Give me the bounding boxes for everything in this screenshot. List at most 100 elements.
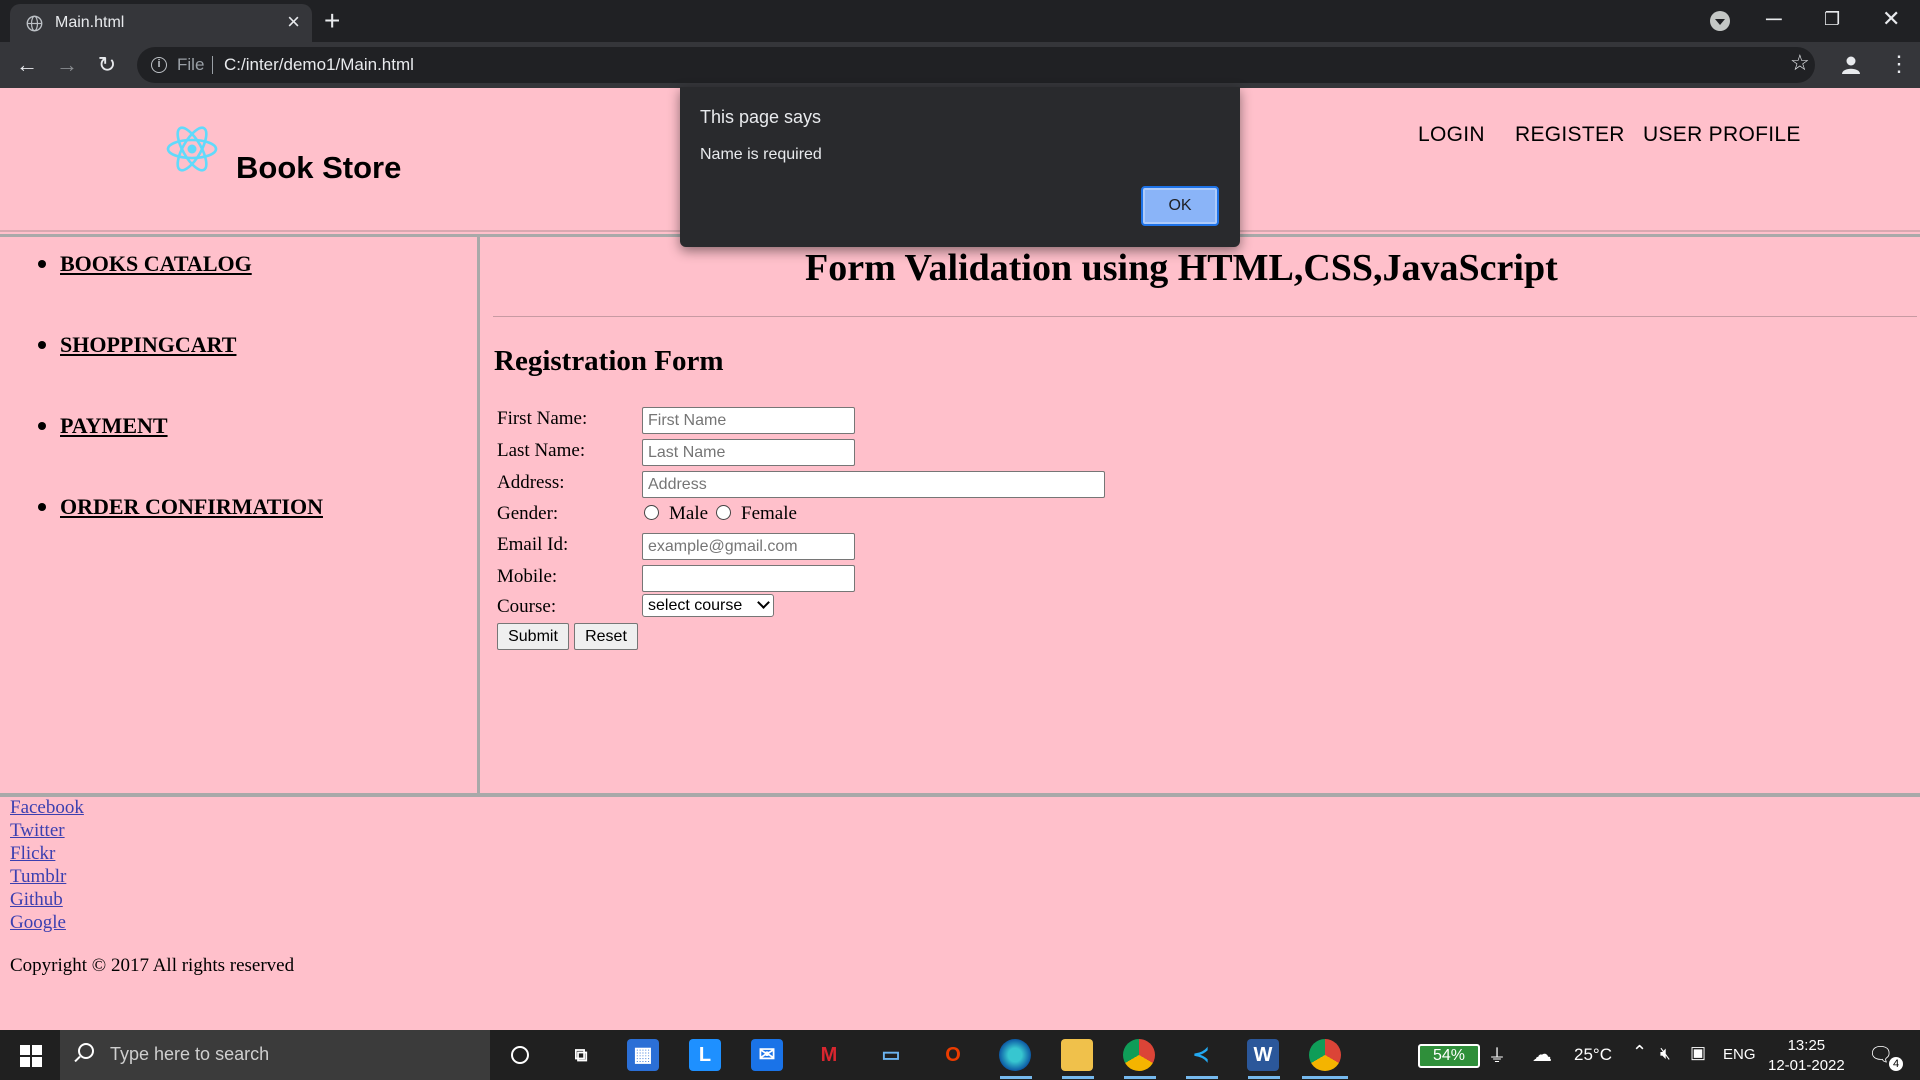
reload-button[interactable]: ↻ bbox=[92, 50, 122, 80]
windows-taskbar: Type here to search ⧉ ▦ L ✉ M ▭ O ≺ W 54… bbox=[0, 1030, 1920, 1080]
sidebar: BOOKS CATALOG SHOPPINGCART PAYMENT ORDER… bbox=[0, 237, 480, 793]
weather-cloud-icon[interactable]: ☁ bbox=[1532, 1042, 1552, 1067]
battery-indicator[interactable]: 54% bbox=[1418, 1044, 1480, 1068]
task-view-icon[interactable]: ⧉ bbox=[565, 1039, 597, 1071]
gender-male-label: Male bbox=[669, 503, 709, 524]
l-app-icon[interactable]: L bbox=[689, 1039, 721, 1071]
vscode-icon[interactable]: ≺ bbox=[1185, 1039, 1217, 1071]
bullet bbox=[38, 260, 46, 268]
restore-button[interactable]: ❐ bbox=[1824, 4, 1840, 34]
info-icon[interactable]: i bbox=[151, 57, 167, 73]
reset-button[interactable]: Reset bbox=[574, 623, 638, 650]
explorer-running-indicator bbox=[1062, 1076, 1094, 1079]
footer-link-tumblr[interactable]: Tumblr bbox=[10, 866, 66, 888]
windows-start-icon[interactable] bbox=[20, 1045, 42, 1067]
search-icon bbox=[78, 1043, 94, 1059]
alert-dialog: This page says Name is required OK bbox=[680, 87, 1240, 247]
submit-button[interactable]: Submit bbox=[497, 623, 569, 650]
minimize-button[interactable]: ─ bbox=[1766, 4, 1782, 34]
edge-icon[interactable] bbox=[999, 1039, 1031, 1071]
word-running-indicator bbox=[1248, 1076, 1280, 1079]
display-icon[interactable]: ▣ bbox=[1690, 1043, 1706, 1063]
address-bar[interactable]: i File C:/inter/demo1/Main.html bbox=[137, 47, 1815, 83]
chrome-active-indicator bbox=[1302, 1076, 1348, 1079]
address-input[interactable]: Address bbox=[642, 471, 1105, 498]
alert-title: This page says bbox=[700, 107, 822, 127]
taskbar-clock[interactable]: 13:25 12-01-2022 bbox=[1768, 1036, 1845, 1076]
tab-search-icon[interactable] bbox=[1710, 11, 1730, 31]
bullet bbox=[38, 422, 46, 430]
gender-female-radio[interactable] bbox=[716, 505, 731, 520]
brand-title: Book Store bbox=[236, 150, 402, 185]
clock-date: 12-01-2022 bbox=[1768, 1057, 1845, 1074]
browser-tab-bar: Main.html × + ─ ❐ ✕ bbox=[0, 0, 1920, 42]
bullet bbox=[38, 341, 46, 349]
sidebar-link-order-confirmation[interactable]: ORDER CONFIRMATION bbox=[60, 494, 323, 520]
first-name-input[interactable]: First Name bbox=[642, 407, 855, 434]
edge-running-indicator bbox=[1000, 1076, 1032, 1079]
remote-desktop-icon[interactable]: ▭ bbox=[875, 1039, 907, 1071]
tab-title: Main.html bbox=[55, 14, 125, 31]
footer-link-google[interactable]: Google bbox=[10, 912, 66, 934]
chrome-icon[interactable] bbox=[1123, 1039, 1155, 1071]
word-icon[interactable]: W bbox=[1247, 1039, 1279, 1071]
temperature-text[interactable]: 25°C bbox=[1574, 1045, 1612, 1065]
volume-muted-icon[interactable]: 🔇︎ bbox=[1660, 1044, 1671, 1064]
back-button[interactable]: ← bbox=[12, 50, 42, 80]
chevron-up-icon[interactable]: ⌃ bbox=[1632, 1042, 1647, 1063]
last-name-label: Last Name: bbox=[497, 440, 586, 461]
file-explorer-icon[interactable] bbox=[1061, 1039, 1093, 1071]
gender-label: Gender: bbox=[497, 503, 559, 524]
sidebar-link-payment[interactable]: PAYMENT bbox=[60, 413, 168, 439]
mcafee-icon[interactable]: M bbox=[813, 1039, 845, 1071]
new-tab-button[interactable]: + bbox=[324, 5, 340, 37]
bookmark-star-icon[interactable]: ☆ bbox=[1790, 50, 1810, 76]
profile-icon[interactable] bbox=[1841, 55, 1861, 75]
mobile-input[interactable] bbox=[642, 565, 855, 592]
chevron-down-icon bbox=[757, 596, 770, 609]
nav-login[interactable]: LOGIN bbox=[1418, 123, 1485, 147]
taskbar-search-placeholder: Type here to search bbox=[110, 1044, 270, 1064]
window-close-button[interactable]: ✕ bbox=[1882, 4, 1900, 34]
footer-link-github[interactable]: Github bbox=[10, 889, 63, 911]
cortana-icon[interactable] bbox=[504, 1039, 536, 1071]
browser-tab[interactable]: Main.html × bbox=[10, 4, 312, 42]
last-name-input[interactable]: Last Name bbox=[642, 439, 855, 466]
tab-close-icon[interactable]: × bbox=[287, 10, 300, 34]
taskbar-search[interactable]: Type here to search bbox=[60, 1030, 490, 1080]
forward-button[interactable]: → bbox=[52, 50, 82, 80]
nav-user-profile[interactable]: USER PROFILE bbox=[1643, 123, 1801, 147]
course-select[interactable]: select course bbox=[642, 594, 774, 617]
site-footer: Facebook Twitter Flickr Tumblr Github Go… bbox=[0, 797, 1920, 1030]
email-label: Email Id: bbox=[497, 534, 569, 555]
footer-link-twitter[interactable]: Twitter bbox=[10, 820, 65, 842]
main-content: Form Validation using HTML,CSS,JavaScrip… bbox=[483, 237, 1920, 793]
notification-count: 4 bbox=[1889, 1057, 1903, 1071]
copyright-text: Copyright © 2017 All rights reserved bbox=[10, 955, 295, 976]
footer-link-flickr[interactable]: Flickr bbox=[10, 843, 55, 865]
browser-menu-icon[interactable]: ⋮ bbox=[1888, 51, 1910, 77]
browser-toolbar: ← → ↻ i File C:/inter/demo1/Main.html ☆ … bbox=[0, 42, 1920, 88]
first-name-label: First Name: bbox=[497, 408, 588, 429]
mail-icon[interactable]: ✉ bbox=[751, 1039, 783, 1071]
email-input[interactable]: example@gmail.com bbox=[642, 533, 855, 560]
store-icon[interactable]: ▦ bbox=[627, 1039, 659, 1071]
alert-ok-button[interactable]: OK bbox=[1141, 186, 1219, 226]
mobile-label: Mobile: bbox=[497, 566, 558, 587]
language-indicator[interactable]: ENG bbox=[1723, 1046, 1756, 1063]
gender-radio-group: Male Female bbox=[642, 503, 842, 527]
form-title: Registration Form bbox=[494, 345, 724, 377]
gender-male-radio[interactable] bbox=[644, 505, 659, 520]
page-title: Form Validation using HTML,CSS,JavaScrip… bbox=[805, 247, 1558, 289]
office-icon[interactable]: O bbox=[937, 1039, 969, 1071]
nav-register[interactable]: REGISTER bbox=[1515, 123, 1625, 147]
sidebar-link-books-catalog[interactable]: BOOKS CATALOG bbox=[60, 251, 252, 277]
course-select-value: select course bbox=[648, 597, 743, 614]
address-separator bbox=[212, 56, 213, 74]
gender-female-label: Female bbox=[741, 503, 797, 524]
alert-message: Name is required bbox=[700, 146, 822, 163]
footer-link-facebook[interactable]: Facebook bbox=[10, 797, 84, 819]
address-url[interactable]: C:/inter/demo1/Main.html bbox=[224, 55, 414, 75]
chrome-active-icon[interactable] bbox=[1309, 1039, 1341, 1071]
sidebar-link-shoppingcart[interactable]: SHOPPINGCART bbox=[60, 332, 236, 358]
